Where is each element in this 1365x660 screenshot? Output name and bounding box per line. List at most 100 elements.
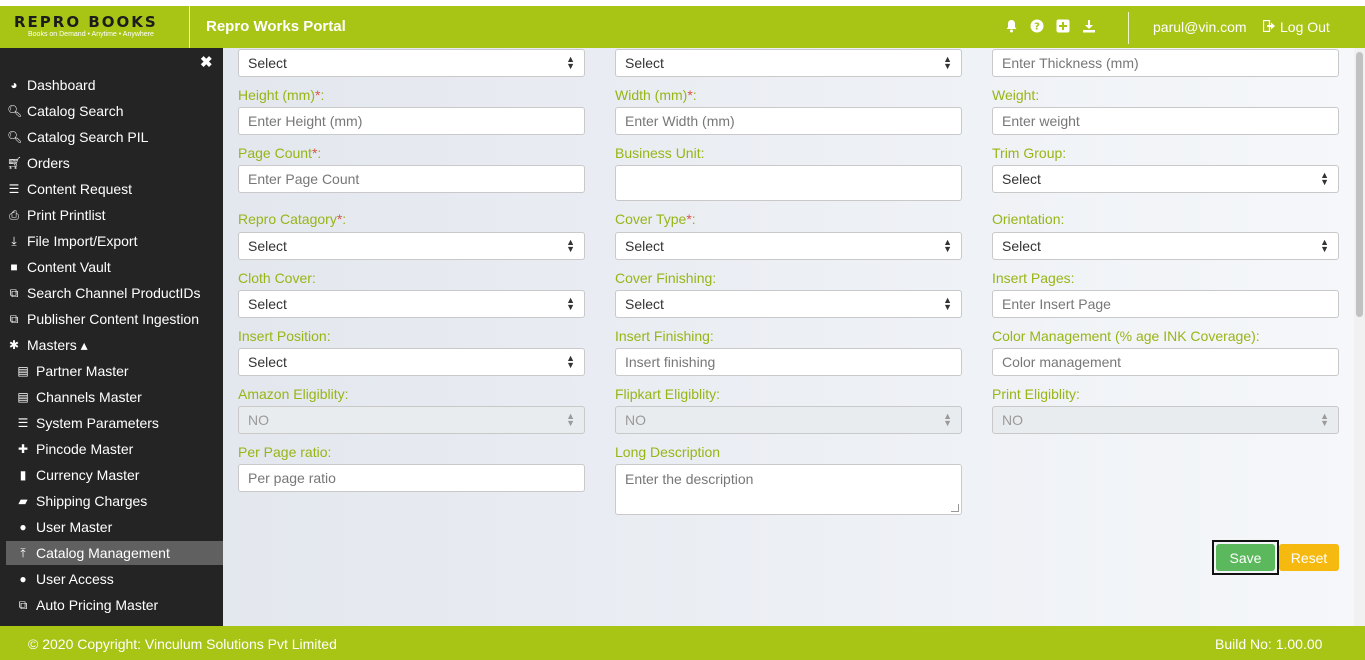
sidebar-item-label: Search Channel ProductIDs: [27, 285, 201, 301]
barcode-icon: ▮: [19, 468, 27, 482]
user-email[interactable]: parul@vin.com: [1153, 19, 1247, 35]
sidebar-item-label: User Access: [36, 571, 114, 587]
weight-input[interactable]: Enter weight: [992, 107, 1339, 135]
select-value: NO: [625, 412, 646, 428]
copyright-text: © 2020 Copyright: Vinculum Solutions Pvt…: [28, 636, 337, 652]
sidebar-item-shipping-charges[interactable]: ▰ Shipping Charges: [0, 489, 223, 513]
sidebar-item-print-printlist[interactable]: ⎙ Print Printlist: [0, 203, 223, 227]
copy-icon: ⧉: [9, 311, 19, 326]
trim-group-label: Trim Group:: [992, 145, 1067, 161]
sidebar-item-search-channel-productids[interactable]: ⧉ Search Channel ProductIDs: [0, 281, 223, 305]
select-arrows-icon: ▲ ▼: [566, 54, 575, 71]
reset-button[interactable]: Reset: [1279, 544, 1339, 571]
user-icon: ●: [19, 520, 27, 534]
sidebar-item-file-import-export[interactable]: ⤓ File Import/Export: [0, 229, 223, 253]
color-management-input[interactable]: Color management: [992, 348, 1339, 376]
repro-category-select[interactable]: Select ▲ ▼: [238, 232, 585, 260]
select-arrows-icon: ▲ ▼: [1320, 411, 1329, 428]
sidebar-item-currency-master[interactable]: ▮ Currency Master: [0, 463, 223, 487]
logo-text: REPRO BOOKS: [14, 13, 158, 31]
business-unit-input[interactable]: [615, 165, 962, 201]
sidebar-item-user-access[interactable]: ● User Access: [0, 567, 223, 591]
per-page-ratio-input[interactable]: Per page ratio: [238, 464, 585, 492]
print-icon: ⎙: [9, 207, 19, 222]
upload-icon: ⤒: [20, 545, 26, 560]
sidebar-item-auto-pricing-master[interactable]: ⧉ Auto Pricing Master: [0, 593, 223, 617]
resize-handle[interactable]: [951, 504, 959, 512]
insert-pages-label: Insert Pages:: [992, 270, 1075, 286]
sidebar-item-system-parameters[interactable]: ☰ System Parameters: [0, 411, 223, 435]
select-arrows-icon: ▲ ▼: [1320, 237, 1329, 254]
sidebar-item-label: Catalog Search PIL: [27, 129, 149, 145]
insert-finishing-input[interactable]: Insert finishing: [615, 348, 962, 376]
cover-finishing-select[interactable]: Select ▲ ▼: [615, 290, 962, 318]
sidebar-item-content-vault[interactable]: ■ Content Vault: [0, 255, 223, 279]
user-icon: ●: [19, 572, 27, 586]
logout-link[interactable]: Log Out: [1262, 19, 1330, 35]
sidebar-item-user-master[interactable]: ● User Master: [0, 515, 223, 539]
cover-type-label: Cover Type*:: [615, 211, 696, 227]
sidebar-item-label: Dashboard: [27, 77, 96, 93]
sidebar-item-label: Shipping Charges: [36, 493, 148, 509]
sidebar: ✖ ◕ Dashboard 🔍︎ Catalog Search 🔍︎ Catalog Se…: [0, 48, 223, 626]
sidebar-item-catalog-search-pil[interactable]: 🔍︎ Catalog Search PIL: [0, 125, 223, 149]
width-input[interactable]: Enter Width (mm): [615, 107, 962, 135]
sidebar-item-catalog-search[interactable]: 🔍︎ Catalog Search: [0, 99, 223, 123]
scroll-thumb[interactable]: [1356, 52, 1363, 317]
color-management-label: Color Management (% age INK Coverage):: [992, 328, 1260, 344]
sidebar-item-label: System Parameters: [36, 415, 159, 431]
sidebar-item-masters[interactable]: ✱ Masters ▴: [0, 333, 223, 357]
trim-group-select[interactable]: Select ▲ ▼: [992, 165, 1339, 193]
close-icon[interactable]: ✖: [200, 53, 213, 71]
long-description-textarea[interactable]: Enter the description: [615, 464, 962, 515]
height-label: Height (mm)*:: [238, 87, 325, 103]
page-count-input[interactable]: Enter Page Count: [238, 165, 585, 193]
select-arrows-icon: ▲ ▼: [1320, 170, 1329, 187]
header-icons: ?: [1003, 18, 1097, 34]
truck-icon: ▰: [18, 494, 28, 508]
select-value: NO: [248, 412, 269, 428]
id-card-icon: ▤: [17, 390, 29, 404]
header-divider: [1128, 12, 1129, 44]
sidebar-item-label: Publisher Content Ingestion: [27, 311, 199, 327]
download-icon[interactable]: [1081, 18, 1097, 34]
select-value: NO: [1002, 412, 1023, 428]
sidebar-item-content-request[interactable]: ☰ Content Request: [0, 177, 223, 201]
insert-pages-input[interactable]: Enter Insert Page: [992, 290, 1339, 318]
save-button[interactable]: Save: [1216, 544, 1275, 571]
insert-position-select[interactable]: Select ▲ ▼: [238, 348, 585, 376]
row0-select-2[interactable]: Select ▲ ▼: [615, 49, 962, 77]
business-unit-label: Business Unit:: [615, 145, 705, 161]
cloth-cover-label: Cloth Cover:: [238, 270, 316, 286]
row0-select-1[interactable]: Select ▲ ▼: [238, 49, 585, 77]
asterisk-icon: ✱: [8, 338, 20, 352]
plus-square-icon[interactable]: [1055, 18, 1071, 34]
sidebar-item-channels-master[interactable]: ▤ Channels Master: [0, 385, 223, 409]
top-header: REPRO BOOKS Books on Demand • Anytime • …: [0, 6, 1365, 48]
orientation-select[interactable]: Select ▲ ▼: [992, 232, 1339, 260]
sidebar-item-pincode-master[interactable]: ✚ Pincode Master: [0, 437, 223, 461]
page-scrollbar[interactable]: [1354, 48, 1365, 626]
thickness-input[interactable]: Enter Thickness (mm): [992, 49, 1339, 77]
sidebar-item-label: Content Vault: [27, 259, 111, 275]
question-icon[interactable]: ?: [1029, 18, 1045, 34]
sidebar-item-dashboard[interactable]: ◕ Dashboard: [0, 73, 223, 97]
insert-finishing-label: Insert Finishing:: [615, 328, 714, 344]
select-value: Select: [625, 296, 664, 312]
sidebar-item-partner-master[interactable]: ▤ Partner Master: [0, 359, 223, 383]
sidebar-item-label: Masters ▴: [27, 336, 88, 353]
footer: © 2020 Copyright: Vinculum Solutions Pvt…: [0, 626, 1365, 660]
svg-text:?: ?: [1034, 22, 1040, 33]
sidebar-item-orders[interactable]: 🛒︎ Orders: [0, 151, 223, 175]
list-icon: ☰: [8, 182, 20, 196]
amazon-eligibility-select: NO ▲ ▼: [238, 406, 585, 434]
bell-icon[interactable]: [1003, 18, 1019, 34]
copy-icon: ⧉: [18, 597, 28, 612]
cloth-cover-select[interactable]: Select ▲ ▼: [238, 290, 585, 318]
sidebar-item-publisher-content-ingestion[interactable]: ⧉ Publisher Content Ingestion: [0, 307, 223, 331]
height-input[interactable]: Enter Height (mm): [238, 107, 585, 135]
sidebar-item-catalog-management[interactable]: ⤒ Catalog Management: [6, 541, 223, 565]
brand-logo[interactable]: REPRO BOOKS Books on Demand • Anytime • …: [0, 6, 190, 48]
cover-type-select[interactable]: Select ▲ ▼: [615, 232, 962, 260]
cart-icon: 🛒︎: [7, 156, 23, 170]
